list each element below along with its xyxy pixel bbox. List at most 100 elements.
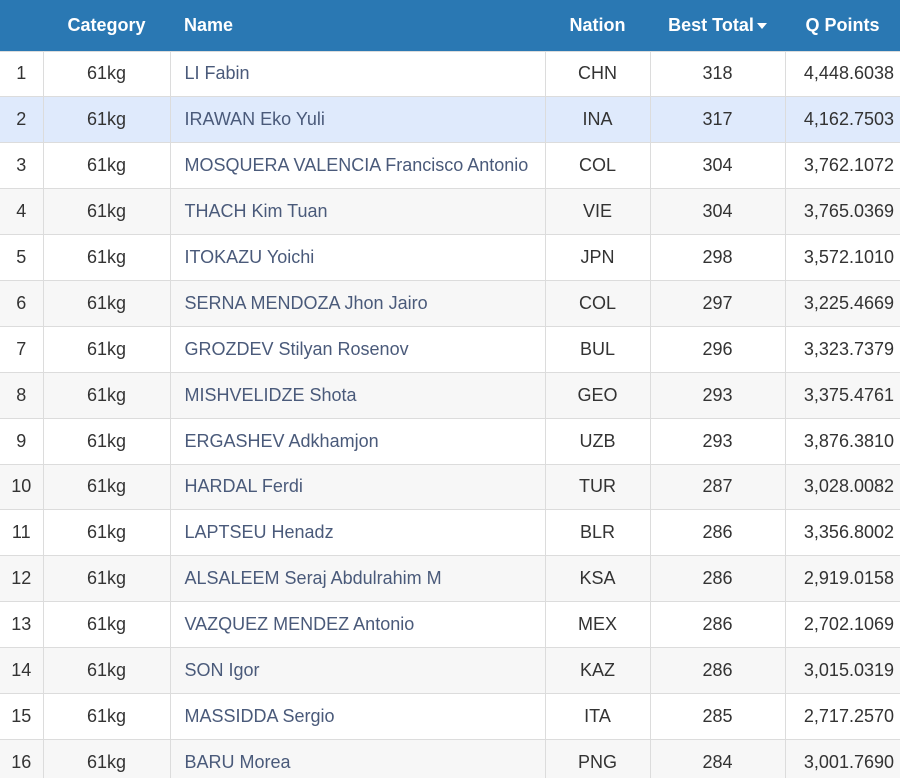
q-points-cell: 2,717.2570 [785,692,900,740]
athlete-name-link[interactable]: MISHVELIDZE Shota [170,371,546,419]
category-cell: 61kg [43,647,171,694]
table-row[interactable]: 8 61kg MISHVELIDZE Shota GEO 293 3,375.4761 [0,371,900,419]
best-total-cell: 284 [650,738,786,778]
nation-cell: BLR [545,509,651,556]
best-total-cell: 285 [650,692,786,740]
table-row[interactable]: 16 61kg BARU Morea PNG 284 3,001.7690 [0,738,900,778]
table-body: 1 61kg LI Fabin CHN 318 4,448.6038 2 61kg IRAWAN… [0,50,900,778]
athlete-name-link[interactable]: BARU Morea [170,738,546,778]
category-cell: 61kg [43,142,171,189]
category-cell: 61kg [43,601,171,648]
athlete-name-link[interactable]: THACH Kim Tuan [170,188,546,235]
athlete-name-link[interactable]: SON Igor [170,647,546,694]
best-total-cell: 286 [650,601,786,648]
table-row[interactable]: 13 61kg VAZQUEZ MENDEZ Antonio MEX 286 2,702.… [0,601,900,648]
q-points-cell: 3,762.1072 [785,142,900,189]
nation-cell: CHN [545,50,651,97]
column-header-best-total[interactable]: Best Total [650,0,785,51]
nation-cell: GEO [545,371,651,419]
nation-cell: KAZ [545,647,651,694]
table-row[interactable]: 10 61kg HARDAL Ferdi TUR 287 3,028.0082 [0,463,900,510]
q-points-cell: 3,225.4669 [785,279,900,327]
rank-cell: 2 [0,96,44,143]
best-total-cell: 298 [650,234,786,281]
q-points-cell: 2,919.0158 [785,555,900,602]
header-row: Category Name Nation Best Total Q Points [0,0,900,51]
sort-descending-icon [756,23,767,29]
table-row[interactable]: 9 61kg ERGASHEV Adkhamjon UZB 293 3,876.3810 [0,417,900,465]
category-cell: 61kg [43,279,171,327]
athlete-name-link[interactable]: LAPTSEU Henadz [170,509,546,556]
q-points-cell: 3,001.7690 [785,738,900,778]
rank-cell: 5 [0,234,44,281]
category-cell: 61kg [43,50,171,97]
best-total-cell: 304 [650,188,786,235]
rank-cell: 11 [0,509,44,556]
best-total-cell: 286 [650,509,786,556]
athlete-name-link[interactable]: ALSALEEM Seraj Abdulrahim M [170,555,546,602]
rankings-table: Category Name Nation Best Total Q Points… [0,0,900,778]
table-row[interactable]: 3 61kg MOSQUERA VALENCIA Francisco Antonio… [0,142,900,189]
athlete-name-link[interactable]: MOSQUERA VALENCIA Francisco Antonio [170,142,546,189]
table-row[interactable]: 6 61kg SERNA MENDOZA Jhon Jairo COL 297 3,225… [0,279,900,327]
column-header-category[interactable]: Category [43,0,170,51]
category-cell: 61kg [43,234,171,281]
table-row[interactable]: 4 61kg THACH Kim Tuan VIE 304 3,765.0369 [0,188,900,235]
athlete-name-link[interactable]: ITOKAZU Yoichi [170,234,546,281]
rank-cell: 15 [0,692,44,740]
table-row[interactable]: 15 61kg MASSIDDA Sergio ITA 285 2,717.2570 [0,692,900,740]
best-total-cell: 287 [650,463,786,510]
rank-cell: 8 [0,371,44,419]
athlete-name-link[interactable]: LI Fabin [170,50,546,97]
athlete-name-link[interactable]: HARDAL Ferdi [170,463,546,510]
q-points-cell: 3,356.8002 [785,509,900,556]
best-total-label: Best Total [668,14,754,35]
q-points-cell: 4,162.7503 [785,96,900,143]
nation-cell: JPN [545,234,651,281]
rank-cell: 14 [0,647,44,694]
table-row[interactable]: 14 61kg SON Igor KAZ 286 3,015.0319 [0,647,900,694]
table-row[interactable]: 2 61kg IRAWAN Eko Yuli INA 317 4,162.7503 [0,96,900,143]
athlete-name-link[interactable]: SERNA MENDOZA Jhon Jairo [170,279,546,327]
rank-cell: 9 [0,417,44,465]
q-points-cell: 3,375.4761 [785,371,900,419]
best-total-cell: 296 [650,325,786,373]
column-header-name[interactable]: Name [170,0,545,51]
category-cell: 61kg [43,463,171,510]
table-row[interactable]: 7 61kg GROZDEV Stilyan Rosenov BUL 296 3,323.… [0,325,900,373]
table-row[interactable]: 11 61kg LAPTSEU Henadz BLR 286 3,356.8002 [0,509,900,556]
best-total-cell: 293 [650,371,786,419]
nation-cell: VIE [545,188,651,235]
best-total-cell: 317 [650,96,786,143]
best-total-cell: 318 [650,50,786,97]
nation-cell: UZB [545,417,651,465]
nation-cell: COL [545,142,651,189]
category-cell: 61kg [43,371,171,419]
rank-cell: 4 [0,188,44,235]
q-points-cell: 3,323.7379 [785,325,900,373]
rank-cell: 13 [0,601,44,648]
athlete-name-link[interactable]: GROZDEV Stilyan Rosenov [170,325,546,373]
column-header-q-points[interactable]: Q Points [785,0,900,51]
athlete-name-link[interactable]: IRAWAN Eko Yuli [170,96,546,143]
best-total-cell: 293 [650,417,786,465]
athlete-name-link[interactable]: ERGASHEV Adkhamjon [170,417,546,465]
column-header-nation[interactable]: Nation [545,0,650,51]
q-points-cell: 3,876.3810 [785,417,900,465]
category-cell: 61kg [43,509,171,556]
table-row[interactable]: 12 61kg ALSALEEM Seraj Abdulrahim M KSA 286 2… [0,555,900,602]
table-row[interactable]: 5 61kg ITOKAZU Yoichi JPN 298 3,572.1010 [0,234,900,281]
nation-cell: BUL [545,325,651,373]
athlete-name-link[interactable]: VAZQUEZ MENDEZ Antonio [170,601,546,648]
category-cell: 61kg [43,417,171,465]
nation-cell: KSA [545,555,651,602]
rank-cell: 12 [0,555,44,602]
table-row[interactable]: 1 61kg LI Fabin CHN 318 4,448.6038 [0,50,900,97]
athlete-name-link[interactable]: MASSIDDA Sergio [170,692,546,740]
category-cell: 61kg [43,692,171,740]
rank-cell: 7 [0,325,44,373]
q-points-cell: 4,448.6038 [785,50,900,97]
category-cell: 61kg [43,188,171,235]
q-points-cell: 2,702.1069 [785,601,900,648]
nation-cell: INA [545,96,651,143]
